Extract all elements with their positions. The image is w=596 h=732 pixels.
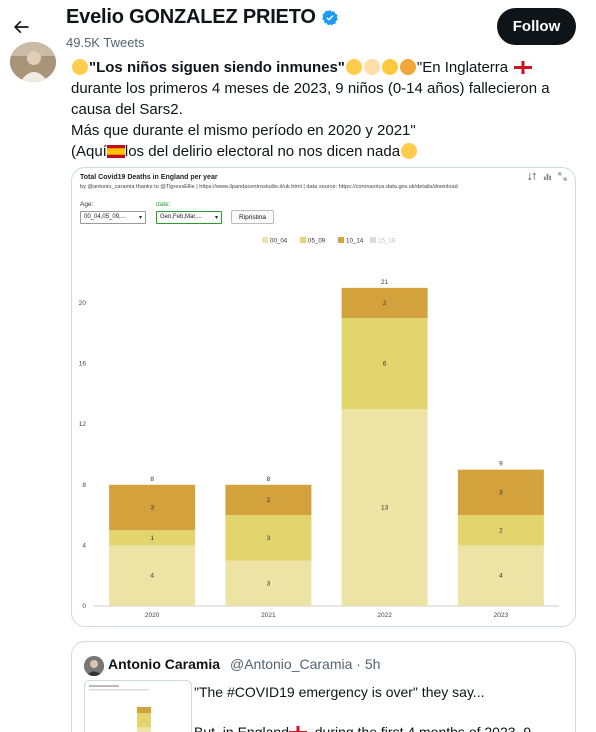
girl-emoji-icon <box>399 59 416 75</box>
tweet-text-line3: causa del Sars2. <box>71 101 183 118</box>
tweet-count: 49.5K Tweets <box>66 35 145 50</box>
legend-swatch <box>262 237 268 243</box>
x-tick-label: 2020 <box>145 612 160 619</box>
tweet-media-chart[interactable]: Total Covid19 Deaths in England per year… <box>71 167 576 627</box>
bar-value-label: 3 <box>267 535 271 542</box>
bar-value-label: 3 <box>150 505 154 512</box>
follow-button[interactable]: Follow <box>497 8 576 45</box>
flushed-face-emoji-icon <box>72 59 88 75</box>
slightly-frowning-face-emoji-icon <box>401 143 418 159</box>
baby-emoji-icon <box>363 59 380 75</box>
bar-value-label: 4 <box>499 573 503 580</box>
bar-value-label: 13 <box>381 505 389 512</box>
bar-value-label: 6 <box>383 361 387 368</box>
england-flag-icon <box>514 60 533 75</box>
bar-total-label: 8 <box>267 476 271 483</box>
date-filter-select[interactable]: Gen,Feb,Mar,... ▾ <box>156 211 222 224</box>
quote-text-line1: "The #COVID19 emergency is over" they sa… <box>194 684 485 700</box>
legend-label: 00_04 <box>270 238 288 245</box>
bar-total-label: 9 <box>499 461 503 468</box>
quote-avatar[interactable] <box>84 656 104 676</box>
legend-swatch <box>338 237 344 243</box>
child-emoji-icon <box>381 59 398 75</box>
profile-name-text[interactable]: Evelio GONZALEZ PRIETO <box>66 6 316 29</box>
legend-label: 10_14 <box>346 238 364 245</box>
y-tick-label: 4 <box>82 542 86 549</box>
avatar[interactable] <box>10 42 56 82</box>
x-tick-label: 2023 <box>494 612 509 619</box>
x-tick-label: 2022 <box>377 612 392 619</box>
quote-text: "The #COVID19 emergency is over" they sa… <box>194 682 564 732</box>
quote-text-line2-end: , during the first 4 months of 2023, 9 <box>306 724 532 732</box>
tweet-text-line1-end: "En Inglaterra <box>416 59 509 76</box>
x-tick-label: 2021 <box>261 612 276 619</box>
chart-title: Total Covid19 Deaths in England per year <box>80 174 218 181</box>
tweet-text-line5-start: (Aquí <box>71 143 107 160</box>
chart-toolbar <box>528 172 567 181</box>
tweet-text-line2: durante los primeros 4 meses de 2023, 9 … <box>71 80 550 97</box>
date-filter-value: Gen,Feb,Mar,... <box>160 214 202 220</box>
bar-value-label: 2 <box>383 300 387 307</box>
chevron-down-icon: ▾ <box>214 215 218 221</box>
age-filter-select[interactable]: 00_04,05_09,... ▾ <box>80 211 146 224</box>
back-button[interactable] <box>6 12 36 42</box>
england-flag-icon <box>288 725 308 732</box>
stacked-bar-chart: 00_04 05_09 10_14 15_1904812162041382020332… <box>79 237 559 619</box>
profile-name[interactable]: Evelio GONZALEZ PRIETO <box>66 6 339 29</box>
profile-header: Evelio GONZALEZ PRIETO 49.5K Tweets Foll… <box>0 0 596 52</box>
y-tick-label: 16 <box>79 361 87 368</box>
bar-value-label: 1 <box>150 535 154 542</box>
bar-value-label: 2 <box>499 527 503 534</box>
bar-value-label: 4 <box>150 573 154 580</box>
quote-media-thumbnail[interactable] <box>84 680 192 732</box>
age-filter-value: 00_04,05_09,... <box>84 214 126 220</box>
legend-swatch <box>300 237 306 243</box>
quoted-tweet[interactable]: Antonio Caramia @Antonio_Caramia · 5h "T… <box>71 641 576 732</box>
tweet-bold-quote: "Los niños siguen siendo inmunes" <box>89 59 345 76</box>
chart-subtitle: by @antonio_caramia thanks to @TigressEl… <box>80 184 458 190</box>
bar-value-label: 3 <box>499 489 503 496</box>
date-filter-label: date: <box>156 201 171 208</box>
chevron-down-icon: ▾ <box>138 215 142 221</box>
quote-text-line2-start: But, in England <box>194 724 289 732</box>
y-tick-label: 12 <box>79 421 87 428</box>
verified-badge-icon <box>321 9 338 25</box>
bar-value-label: 2 <box>267 497 271 504</box>
tweet-text-line4: Más que durante el mismo período en 2020… <box>71 122 416 139</box>
sort-icon[interactable] <box>528 172 537 181</box>
arrow-left-icon <box>14 20 29 34</box>
quote-author-name[interactable]: Antonio Caramia <box>108 656 220 672</box>
flushed-face-emoji-icon <box>345 59 362 75</box>
bar-total-label: 21 <box>381 279 389 286</box>
bar-chart-icon[interactable] <box>543 172 552 181</box>
bar-value-label: 3 <box>267 580 271 587</box>
tweet-text-line5-end: los del delirio electoral no nos dicen n… <box>124 143 401 160</box>
tweet-text: "Los niños siguen siendo inmunes" "En Ing… <box>71 57 576 162</box>
y-tick-label: 20 <box>79 300 87 307</box>
age-filter-label: Age: <box>80 201 94 208</box>
y-tick-label: 0 <box>82 603 86 610</box>
legend-label: 15_19 <box>378 238 396 245</box>
y-tick-label: 8 <box>82 482 86 489</box>
reset-button[interactable]: Ripristina <box>231 210 274 224</box>
spain-flag-icon <box>106 145 125 158</box>
quote-author-handle[interactable]: @Antonio_Caramia · 5h <box>230 656 380 672</box>
legend-swatch <box>370 237 376 243</box>
expand-icon[interactable] <box>558 172 567 181</box>
legend-label: 05_09 <box>308 238 326 245</box>
bar-total-label: 8 <box>150 476 154 483</box>
